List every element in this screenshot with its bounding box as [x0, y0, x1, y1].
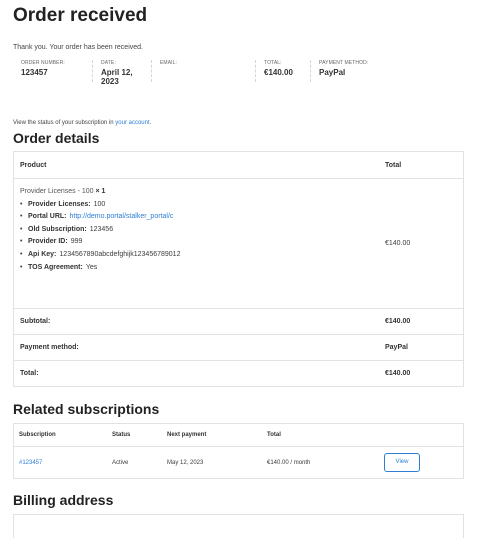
overview-total: Total: €140.00	[256, 60, 311, 82]
product-cell: Provider Licenses - 100 × 1 • Provider Li…	[14, 179, 379, 308]
related-subscriptions-table: Subscription Status Next payment Total #…	[13, 423, 464, 479]
meta-value: 100	[93, 200, 106, 208]
meta-key: Old Subscription:	[28, 225, 87, 233]
payment-method-value: PayPal	[385, 344, 408, 351]
meta-value: 999	[70, 238, 83, 246]
meta-value: Yes	[85, 263, 98, 271]
bullet-icon: •	[20, 200, 23, 208]
overview-label: Email:	[160, 60, 177, 66]
thank-you-message: Thank you. Your order has been received.	[13, 44, 143, 51]
subtotal-label: Subtotal:	[20, 318, 51, 325]
your-account-link[interactable]: your account	[115, 120, 149, 126]
meta-item: • Provider ID: 999	[20, 236, 373, 249]
subscription-total: €140.00 / month	[267, 459, 311, 466]
table-row: #123457 Active May 12, 2023 €140.00 / mo…	[14, 446, 463, 478]
bullet-icon: •	[20, 225, 23, 233]
meta-item: • Provider Licenses: 100	[20, 199, 373, 212]
table-header-row: Subscription Status Next payment Total	[14, 424, 463, 446]
overview-label: Payment method:	[319, 60, 369, 66]
meta-key: TOS Agreement:	[28, 263, 83, 271]
col-status-header: Status	[112, 432, 131, 438]
col-subscription-header: Subscription	[19, 432, 56, 438]
overview-date: Date: April 12, 2023	[93, 60, 152, 86]
table-header-row: Product Total	[14, 152, 463, 178]
order-details-heading: Order details	[13, 130, 100, 146]
bullet-icon: •	[20, 250, 23, 258]
overview-email: Email:	[152, 60, 256, 82]
overview-order-number: Order number: 123457	[13, 60, 93, 82]
overview-payment-method: Payment method: PayPal	[311, 60, 391, 82]
product-row: Provider Licenses - 100 × 1 • Provider Li…	[14, 178, 463, 308]
product-quantity: × 1	[95, 188, 106, 195]
related-subscriptions-heading: Related subscriptions	[13, 401, 160, 417]
meta-value: 1234567890abcdefghijk123456789012	[59, 250, 181, 258]
portal-url-link[interactable]: http://demo.portal/stalker_portal/c	[70, 211, 174, 224]
meta-key: Provider Licenses:	[28, 200, 91, 208]
meta-key: Api Key:	[28, 250, 57, 258]
meta-value: 123456	[89, 225, 114, 233]
page-title: Order received	[13, 5, 148, 26]
overview-label: Date:	[101, 60, 116, 66]
payment-method-row: Payment method: PayPal	[14, 334, 463, 360]
status-note-end: .	[149, 120, 152, 126]
payment-method-label: Payment method:	[20, 344, 79, 351]
meta-key: Portal URL:	[28, 213, 67, 221]
meta-key: Provider ID:	[28, 238, 68, 246]
overview-value: €140.00	[264, 68, 293, 77]
overview-value: April 12, 2023	[101, 68, 133, 86]
subtotal-row: Subtotal: €140.00	[14, 308, 463, 334]
subscription-actions: View	[379, 453, 463, 472]
overview-value: PayPal	[319, 68, 346, 77]
bullet-icon: •	[20, 263, 23, 271]
billing-address-heading: Billing address	[13, 492, 114, 508]
product-total: €140.00	[385, 240, 411, 247]
product-name-line: Provider Licenses - 100 × 1	[20, 186, 373, 199]
overview-label: Total:	[264, 60, 282, 66]
total-row: Total: €140.00	[14, 360, 463, 386]
col-next-payment-header: Next payment	[167, 432, 207, 438]
subscription-next-payment: May 12, 2023	[167, 459, 204, 466]
order-details-table: Product Total Provider Licenses - 100 × …	[13, 151, 464, 387]
status-note-text: View the status of your subscription in	[13, 120, 116, 126]
meta-item: • Portal URL: http://demo.portal/stalker_p…	[20, 211, 373, 224]
col-total-header: Total	[267, 432, 281, 438]
subscription-link[interactable]: #123457	[19, 460, 42, 466]
meta-item: • TOS Agreement: Yes	[20, 262, 373, 275]
overview-value: 123457	[21, 68, 48, 77]
meta-item: • Api Key: 1234567890abcdefghijk1234567890…	[20, 249, 373, 262]
subscription-cell: #123457	[14, 460, 107, 466]
bullet-icon: •	[20, 213, 23, 221]
billing-address-box	[13, 514, 464, 538]
subscription-status-note: View the status of your subscription in …	[13, 120, 151, 126]
col-total-header: Total	[385, 161, 402, 169]
subscription-status: Active	[112, 459, 129, 466]
order-overview: Order number: 123457 Date: April 12, 202…	[13, 60, 391, 86]
meta-item: • Old Subscription: 123456	[20, 224, 373, 237]
product-name: Provider Licenses - 100	[20, 188, 94, 195]
total-label: Total:	[20, 370, 39, 377]
subtotal-value: €140.00	[385, 318, 411, 325]
total-value: €140.00	[385, 370, 411, 377]
overview-label: Order number:	[21, 60, 65, 66]
view-subscription-button[interactable]: View	[384, 453, 420, 472]
bullet-icon: •	[20, 238, 23, 246]
col-product-header: Product	[20, 161, 47, 169]
